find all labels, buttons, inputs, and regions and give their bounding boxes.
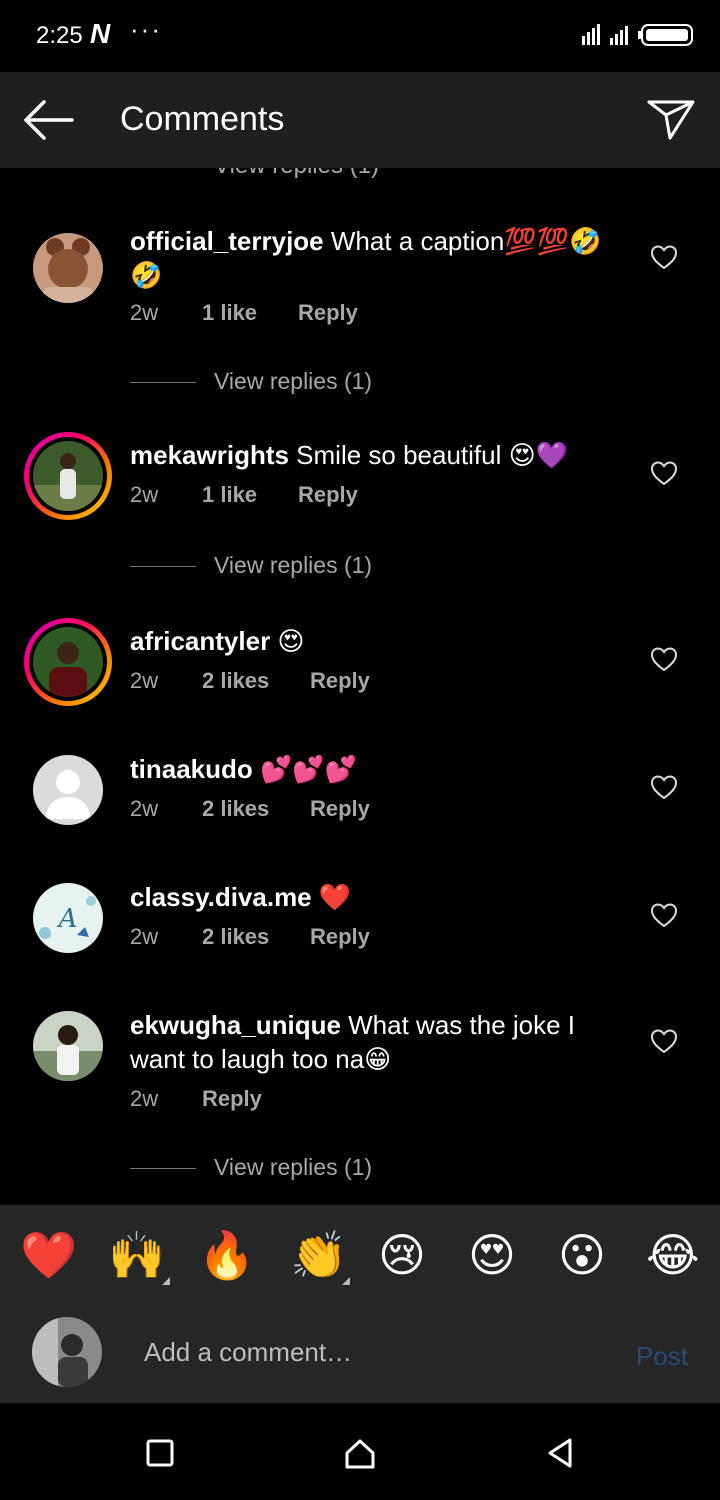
reaction-fire[interactable]: 🔥 [198,1227,255,1283]
like-count[interactable]: 1 like [202,482,257,508]
comment-username[interactable]: tinaakudo [130,754,253,784]
back-triangle-icon[interactable] [540,1433,580,1473]
page-title: Comments [120,100,285,138]
comment-body: 😍 [270,626,305,656]
reaction-crying[interactable]: 😢 [378,1227,426,1283]
view-replies[interactable]: View replies (1) [130,1154,530,1184]
status-bar: 2:25 N ··· [0,0,720,72]
app-notification-icon: N [90,18,111,49]
view-replies[interactable]: View replies (1) [130,552,530,582]
comment-body: ❤️ [311,882,352,912]
reaction-raising-hands[interactable]: 🙌 [108,1227,165,1283]
replies-divider [130,382,196,383]
skin-tone-caret-icon[interactable] [342,1277,350,1285]
skin-tone-caret-icon[interactable] [162,1277,170,1285]
view-replies[interactable]: View replies (1) [130,368,530,398]
like-heart-icon[interactable] [650,1028,678,1054]
reply-button[interactable]: Reply [310,924,370,950]
like-heart-icon[interactable] [650,244,678,270]
comment-time: 2w [130,300,159,325]
view-replies-link[interactable]: View replies (1) [214,552,372,579]
reply-button[interactable]: Reply [298,300,358,326]
comment-time: 2w [130,1086,159,1111]
avatar-image [33,233,103,303]
post-button[interactable]: Post [636,1341,688,1372]
avatar-image [33,627,103,697]
comment-time: 2w [130,796,159,821]
reaction-clapping[interactable]: 👏 [290,1227,347,1283]
avatar[interactable] [24,1002,112,1090]
comment-body: 💕💕💕 [252,754,358,784]
comment-body: Smile so beautiful 😍💜 [288,440,569,470]
comment-username[interactable]: official_terryjoe [130,226,324,256]
avatar[interactable] [24,746,112,834]
like-count[interactable]: 2 likes [202,668,269,694]
recents-square-icon[interactable] [140,1433,180,1473]
reply-button[interactable]: Reply [202,1086,262,1112]
avatar-image [33,441,103,511]
reply-button[interactable]: Reply [310,668,370,694]
avatar-image [33,1011,103,1081]
reaction-surprised[interactable]: 😮 [558,1227,606,1283]
reply-button[interactable]: Reply [298,482,358,508]
like-heart-icon[interactable] [650,646,678,672]
comment-time: 2w [130,482,159,507]
like-count[interactable]: 1 like [202,300,257,326]
avatar-story-ring[interactable] [24,432,112,520]
app-bar: Comments [0,72,720,168]
replies-divider [130,566,196,567]
avatar[interactable]: A [24,874,112,962]
system-nav-bar [0,1403,720,1500]
like-count[interactable]: 2 likes [202,924,269,950]
comment-username[interactable]: classy.diva.me [130,882,312,912]
back-arrow-icon[interactable] [22,98,74,142]
share-send-icon[interactable] [646,96,696,142]
home-icon[interactable] [340,1433,380,1473]
reaction-laughing[interactable]: 😂 [646,1227,700,1283]
svg-text:A: A [57,904,78,934]
comment-username[interactable]: africantyler [130,626,270,656]
comment-username[interactable]: mekawrights [130,440,289,470]
comment-username[interactable]: ekwugha_unique [130,1010,341,1040]
avatar-story-ring[interactable] [24,618,112,706]
like-heart-icon[interactable] [650,460,678,486]
status-time: 2:25 [36,22,83,49]
comment-time: 2w [130,924,159,949]
comment-composer: Add a comment… Post [0,1307,720,1403]
view-replies-link-partial[interactable]: View replies (1) [214,168,379,180]
view-replies-link[interactable]: View replies (1) [214,1154,372,1181]
avatar-image: A [33,883,103,953]
like-heart-icon[interactable] [650,774,678,800]
quick-reactions-bar: ❤️ 🙌 🔥 👏 😢 😍 😮 😂 [0,1205,720,1307]
avatar[interactable] [24,224,112,312]
more-notifications-icon: ··· [130,14,162,44]
like-count[interactable]: 2 likes [202,796,269,822]
replies-divider [130,1168,196,1169]
like-heart-icon[interactable] [650,902,678,928]
default-avatar-icon [33,755,103,825]
view-replies-link[interactable]: View replies (1) [214,368,372,395]
comments-list[interactable]: View replies (1) official_terryjoe What … [0,168,720,1205]
comment-input[interactable]: Add a comment… [144,1337,352,1368]
signal-battery-icon [582,24,693,46]
reply-button[interactable]: Reply [310,796,370,822]
reaction-heart[interactable]: ❤️ [20,1227,77,1283]
comment-time: 2w [130,668,159,693]
current-user-avatar [32,1317,102,1387]
reaction-heart-eyes[interactable]: 😍 [468,1227,516,1283]
